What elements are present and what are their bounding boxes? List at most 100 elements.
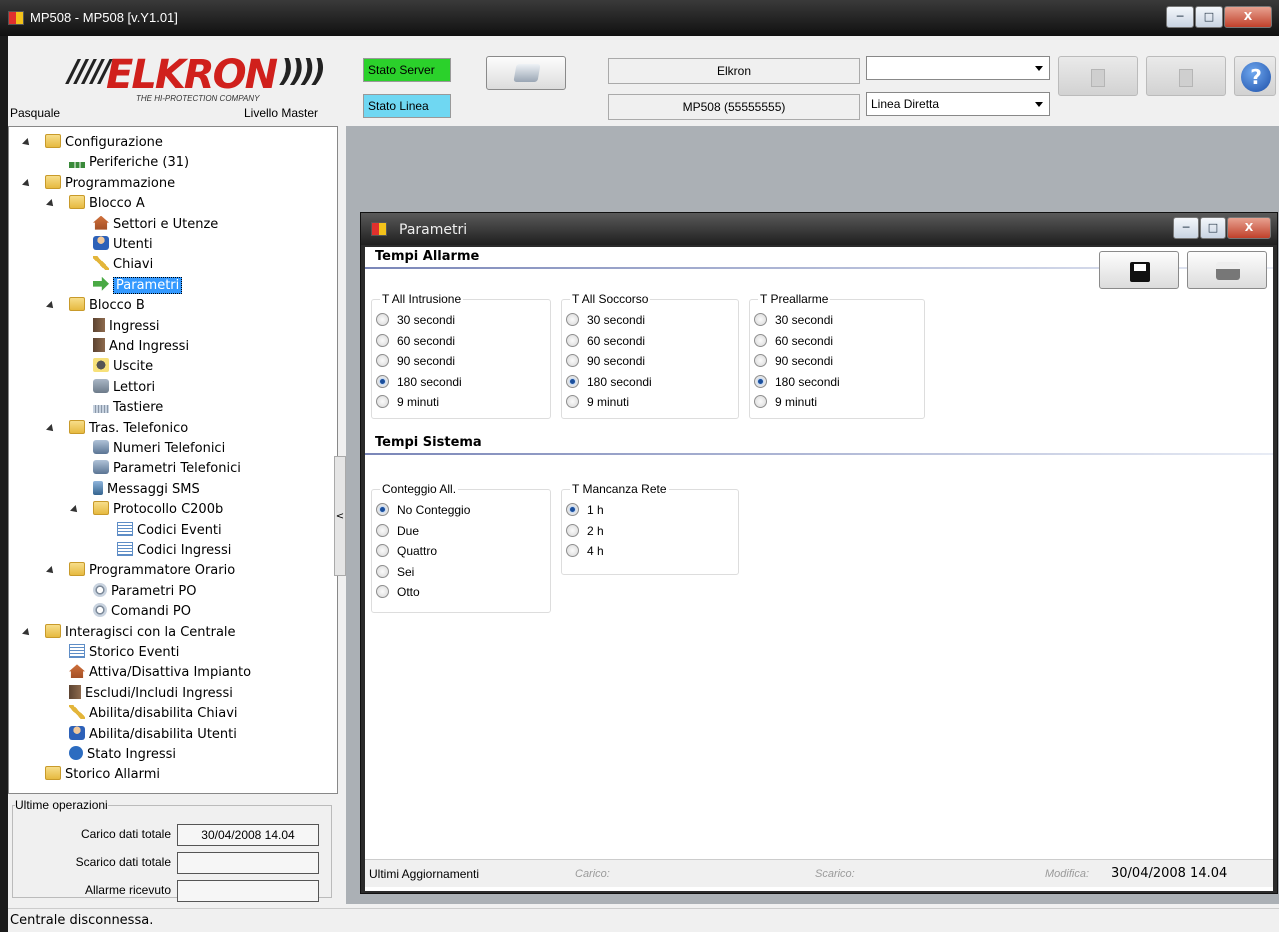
tree-item-settori-e-utenze[interactable]: Settori e Utenze: [93, 215, 218, 235]
tree-item-blocco-a[interactable]: Blocco A: [69, 194, 145, 214]
tree-expander-icon[interactable]: [70, 505, 80, 516]
tree-item-tastiere[interactable]: Tastiere: [93, 398, 163, 418]
tree-item-and-ingressi[interactable]: And Ingressi: [93, 337, 189, 357]
radio-button-icon[interactable]: [376, 354, 389, 367]
radio-mancanza-1-h[interactable]: 1 h: [566, 500, 604, 520]
radio-mancanza-2-h[interactable]: 2 h: [566, 521, 604, 541]
radio-button-icon[interactable]: [566, 395, 579, 408]
tree-item-abilita-disabilita-chiavi[interactable]: Abilita/disabilita Chiavi: [69, 704, 238, 724]
tree-item-storico-allarmi[interactable]: Storico Allarmi: [45, 765, 160, 785]
tree-item-configurazione[interactable]: Configurazione: [45, 133, 163, 153]
radio-button-icon[interactable]: [566, 354, 579, 367]
tree-expander-icon[interactable]: [46, 199, 56, 210]
radio-button-icon[interactable]: [754, 374, 767, 388]
radio-button-icon[interactable]: [566, 503, 579, 516]
radio-intrusione-60-secondi[interactable]: 60 secondi: [376, 331, 455, 351]
radio-conteggio-quattro[interactable]: Quattro: [376, 541, 437, 561]
radio-button-icon[interactable]: [566, 544, 579, 557]
download-button[interactable]: [1058, 56, 1138, 96]
child-close-button[interactable]: X: [1227, 217, 1271, 239]
tree-item-attiva-disattiva-impianto[interactable]: Attiva/Disattiva Impianto: [69, 663, 251, 683]
port-select[interactable]: [866, 56, 1050, 80]
radio-button-icon[interactable]: [566, 333, 579, 347]
line-type-select[interactable]: Linea Diretta: [866, 92, 1050, 116]
radio-soccorso-30-secondi[interactable]: 30 secondi: [566, 310, 645, 330]
radio-button-icon[interactable]: [376, 313, 389, 326]
tree-item-escludi-includi-ingressi[interactable]: Escludi/Includi Ingressi: [69, 684, 233, 704]
radio-preallarme-180-secondi[interactable]: 180 secondi: [754, 372, 840, 392]
radio-button-icon[interactable]: [754, 395, 767, 408]
tree-item-chiavi[interactable]: Chiavi: [93, 255, 153, 275]
tree-item-codici-eventi[interactable]: Codici Eventi: [117, 521, 222, 541]
radio-conteggio-due[interactable]: Due: [376, 521, 419, 541]
tree-expander-icon[interactable]: [46, 566, 56, 577]
radio-intrusione-90-secondi[interactable]: 90 secondi: [376, 351, 455, 371]
radio-button-icon[interactable]: [376, 374, 389, 388]
radio-preallarme-9-minuti[interactable]: 9 minuti: [754, 392, 817, 412]
minimize-button[interactable]: ─: [1166, 6, 1194, 28]
radio-button-icon[interactable]: [376, 395, 389, 408]
radio-button-icon[interactable]: [566, 374, 579, 388]
radio-button-icon[interactable]: [376, 523, 389, 537]
tree-expander-icon[interactable]: [46, 423, 56, 434]
radio-mancanza-4-h[interactable]: 4 h: [566, 541, 604, 561]
tree-item-interagisci-con-la-centrale[interactable]: Interagisci con la Centrale: [45, 623, 236, 643]
radio-conteggio-otto[interactable]: Otto: [376, 582, 420, 602]
tree-item-parametri-telefonici[interactable]: Parametri Telefonici: [93, 459, 241, 479]
tree-item-comandi-po[interactable]: Comandi PO: [93, 602, 191, 622]
tree-item-utenti[interactable]: Utenti: [93, 235, 153, 255]
tree-item-numeri-telefonici[interactable]: Numeri Telefonici: [93, 439, 225, 459]
radio-conteggio-sei[interactable]: Sei: [376, 562, 414, 582]
panel-splitter[interactable]: <: [334, 456, 346, 576]
tree-item-parametri-po[interactable]: Parametri PO: [93, 582, 196, 602]
tree-item-lettori[interactable]: Lettori: [93, 378, 155, 398]
tree-item-programmatore-orario[interactable]: Programmatore Orario: [69, 561, 235, 581]
tree-item-periferiche-31[interactable]: Periferiche (31): [69, 153, 189, 173]
tree-item-stato-ingressi[interactable]: Stato Ingressi: [69, 745, 176, 765]
radio-preallarme-30-secondi[interactable]: 30 secondi: [754, 310, 833, 330]
tree-item-ingressi[interactable]: Ingressi: [93, 317, 160, 337]
upload-button[interactable]: [1146, 56, 1226, 96]
help-button[interactable]: ?: [1234, 56, 1276, 96]
child-minimize-button[interactable]: ─: [1173, 217, 1199, 239]
radio-button-icon[interactable]: [754, 313, 767, 326]
connect-button[interactable]: [486, 56, 566, 90]
radio-intrusione-9-minuti[interactable]: 9 minuti: [376, 392, 439, 412]
radio-preallarme-90-secondi[interactable]: 90 secondi: [754, 351, 833, 371]
radio-soccorso-60-secondi[interactable]: 60 secondi: [566, 331, 645, 351]
tree-item-codici-ingressi[interactable]: Codici Ingressi: [117, 541, 231, 561]
maximize-button[interactable]: □: [1195, 6, 1223, 28]
radio-button-icon[interactable]: [376, 585, 389, 598]
tree-expander-icon[interactable]: [22, 178, 32, 189]
radio-button-icon[interactable]: [376, 503, 389, 516]
child-maximize-button[interactable]: □: [1200, 217, 1226, 239]
tree-item-blocco-b[interactable]: Blocco B: [69, 296, 145, 316]
radio-button-icon[interactable]: [376, 564, 389, 578]
save-button[interactable]: [1099, 251, 1179, 289]
radio-soccorso-9-minuti[interactable]: 9 minuti: [566, 392, 629, 412]
tree-expander-icon[interactable]: [22, 627, 32, 638]
radio-button-icon[interactable]: [754, 354, 767, 367]
tree-item-storico-eventi[interactable]: Storico Eventi: [69, 643, 179, 663]
radio-intrusione-180-secondi[interactable]: 180 secondi: [376, 372, 462, 392]
tree-item-protocollo-c200b[interactable]: Protocollo C200b: [93, 500, 223, 520]
tree-expander-icon[interactable]: [22, 138, 32, 148]
radio-button-icon[interactable]: [376, 544, 389, 557]
tree-expander-icon[interactable]: [46, 301, 56, 312]
tree-item-tras-telefonico[interactable]: Tras. Telefonico: [69, 419, 188, 439]
print-button[interactable]: [1187, 251, 1267, 289]
radio-soccorso-90-secondi[interactable]: 90 secondi: [566, 351, 645, 371]
close-button[interactable]: X: [1224, 6, 1272, 28]
radio-button-icon[interactable]: [566, 313, 579, 326]
radio-button-icon[interactable]: [566, 523, 579, 537]
radio-button-icon[interactable]: [376, 333, 389, 347]
radio-conteggio-no-conteggio[interactable]: No Conteggio: [376, 500, 470, 520]
radio-button-icon[interactable]: [754, 333, 767, 347]
tree-item-parametri[interactable]: Parametri: [93, 276, 183, 296]
tree-item-uscite[interactable]: Uscite: [93, 357, 153, 377]
radio-intrusione-30-secondi[interactable]: 30 secondi: [376, 310, 455, 330]
tree-item-messaggi-sms[interactable]: Messaggi SMS: [93, 480, 200, 500]
radio-preallarme-60-secondi[interactable]: 60 secondi: [754, 331, 833, 351]
radio-soccorso-180-secondi[interactable]: 180 secondi: [566, 372, 652, 392]
tree-item-programmazione[interactable]: Programmazione: [45, 174, 175, 194]
